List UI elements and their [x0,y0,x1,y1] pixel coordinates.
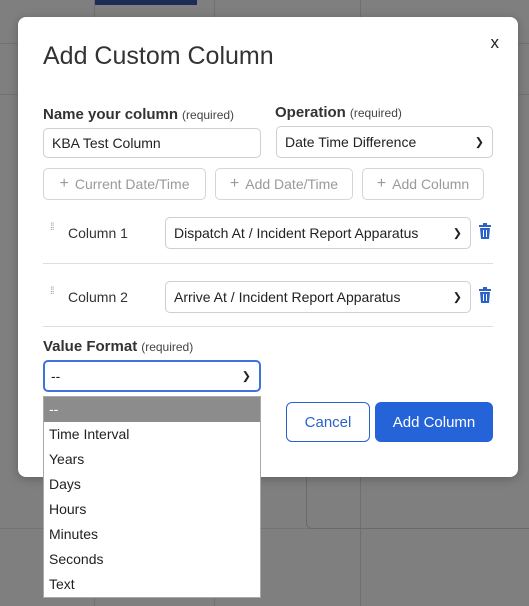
divider [43,263,493,264]
dropdown-option[interactable]: Years [44,447,260,472]
drag-handle-icon[interactable]: ⁞⁞ [50,287,58,303]
operation-value: Date Time Difference [285,134,417,150]
add-column-button[interactable]: Add Column [375,402,493,442]
dropdown-option[interactable]: Minutes [44,522,260,547]
required-hint: (required) [182,108,235,122]
add-datetime-label: Add Date/Time [245,176,339,192]
column-1-select[interactable]: Dispatch At / Incident Report Apparatus … [165,217,471,249]
column-2-select[interactable]: Arrive At / Incident Report Apparatus ❯ [165,281,471,313]
value-format-value: -- [51,368,61,384]
column-1-value: Dispatch At / Incident Report Apparatus [174,225,419,241]
column-2-value: Arrive At / Incident Report Apparatus [174,289,401,305]
current-datetime-button[interactable]: + Current Date/Time [43,168,206,200]
name-label: Name your column (required) [43,106,234,123]
dropdown-option[interactable]: Time Interval [44,422,260,447]
plus-icon: + [229,175,240,192]
value-format-label-text: Value Format [43,338,138,355]
operation-label: Operation (required) [275,104,402,121]
value-format-select[interactable]: -- ❯ [43,360,261,392]
background-panel [306,470,529,529]
dropdown-option[interactable]: -- [44,397,260,422]
dialog-title: Add Custom Column [43,42,274,70]
name-label-text: Name your column [43,106,179,123]
chevron-down-icon: ❯ [452,291,462,304]
cancel-button[interactable]: Cancel [286,402,370,442]
plus-icon: + [59,175,69,192]
add-column-quick-label: Add Column [392,176,470,192]
column-name-value: KBA Test Column [52,135,161,151]
value-format-options: -- Time Interval Years Days Hours Minute… [43,396,261,598]
trash-icon[interactable] [478,223,492,239]
chevron-down-icon: ❯ [452,227,462,240]
required-hint: (required) [141,340,194,354]
column-row: ⁞⁞ Column 2 Arrive At / Incident Report … [43,281,493,313]
operation-select[interactable]: Date Time Difference ❯ [276,126,493,158]
column-row-label: Column 2 [68,289,128,305]
operation-label-text: Operation [275,104,346,121]
drag-handle-icon[interactable]: ⁞⁞ [50,223,58,239]
plus-icon: + [376,175,387,192]
divider [43,326,493,327]
close-button[interactable]: x [491,33,500,53]
add-column-quick-button[interactable]: + Add Column [362,168,484,200]
background-header-tab [95,0,197,5]
column-name-input[interactable]: KBA Test Column [43,128,261,158]
dropdown-option[interactable]: Seconds [44,547,260,572]
required-hint: (required) [349,106,402,120]
add-datetime-button[interactable]: + Add Date/Time [215,168,353,200]
current-datetime-label: Current Date/Time [74,176,190,192]
column-row-label: Column 1 [68,225,128,241]
trash-icon[interactable] [478,287,492,303]
dropdown-option[interactable]: Days [44,472,260,497]
column-row: ⁞⁞ Column 1 Dispatch At / Incident Repor… [43,217,493,249]
chevron-down-icon: ❯ [474,136,484,149]
dropdown-option[interactable]: Hours [44,497,260,522]
value-format-label: Value Format (required) [43,338,193,355]
chevron-down-icon: ❯ [241,370,251,383]
dropdown-option[interactable]: Text [44,572,260,597]
